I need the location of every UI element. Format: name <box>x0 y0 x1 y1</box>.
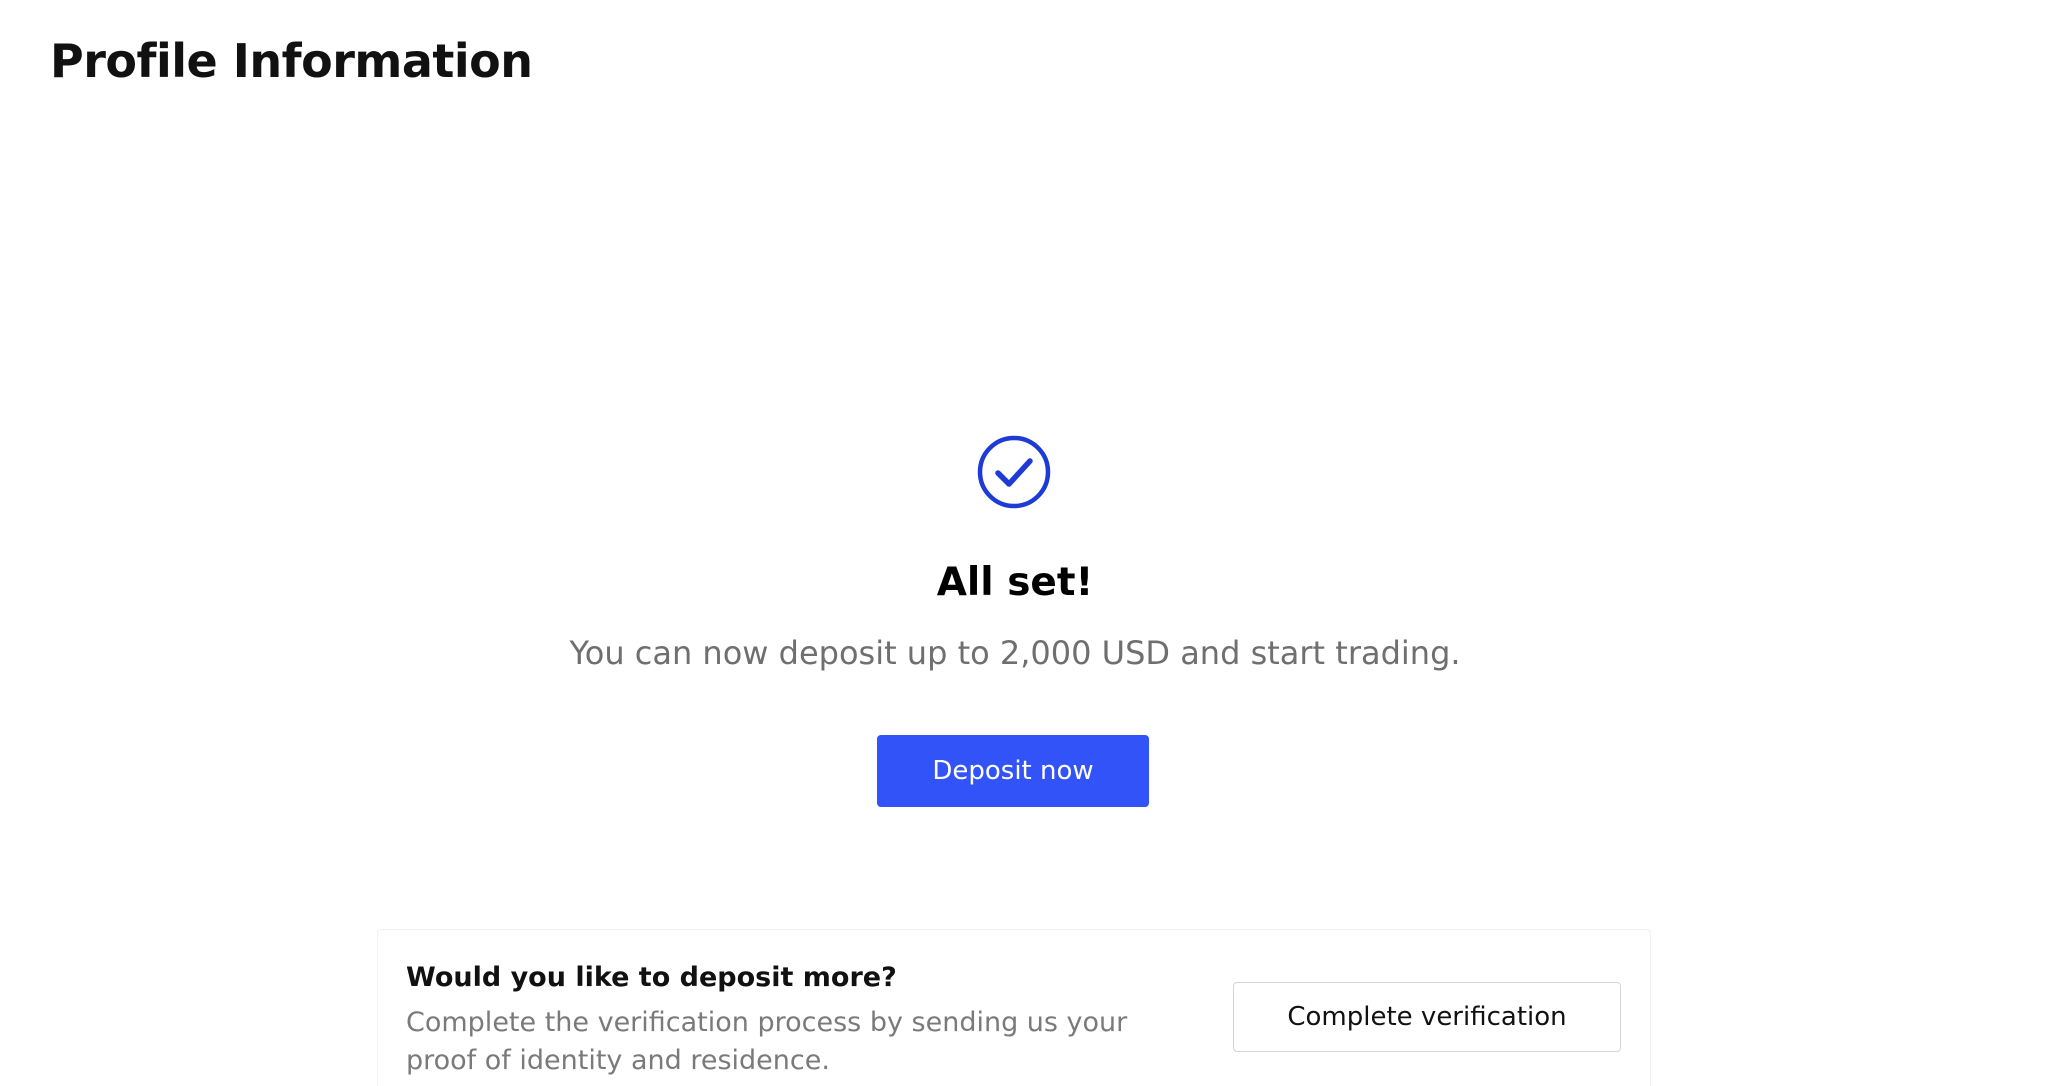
page-title: Profile Information <box>50 34 533 88</box>
check-circle-icon <box>977 435 1051 509</box>
profile-information-page: Profile Information All set! You can now… <box>0 0 2070 1086</box>
success-title: All set! <box>936 560 1094 605</box>
complete-verification-button[interactable]: Complete verification <box>1233 982 1621 1052</box>
deposit-now-button[interactable]: Deposit now <box>877 735 1149 807</box>
success-subtitle: You can now deposit up to 2,000 USD and … <box>569 634 1461 672</box>
deposit-more-title: Would you like to deposit more? <box>406 962 897 993</box>
deposit-more-description: Complete the verification process by sen… <box>406 1007 1128 1076</box>
deposit-more-card: Would you like to deposit more? Complete… <box>377 929 1651 1086</box>
